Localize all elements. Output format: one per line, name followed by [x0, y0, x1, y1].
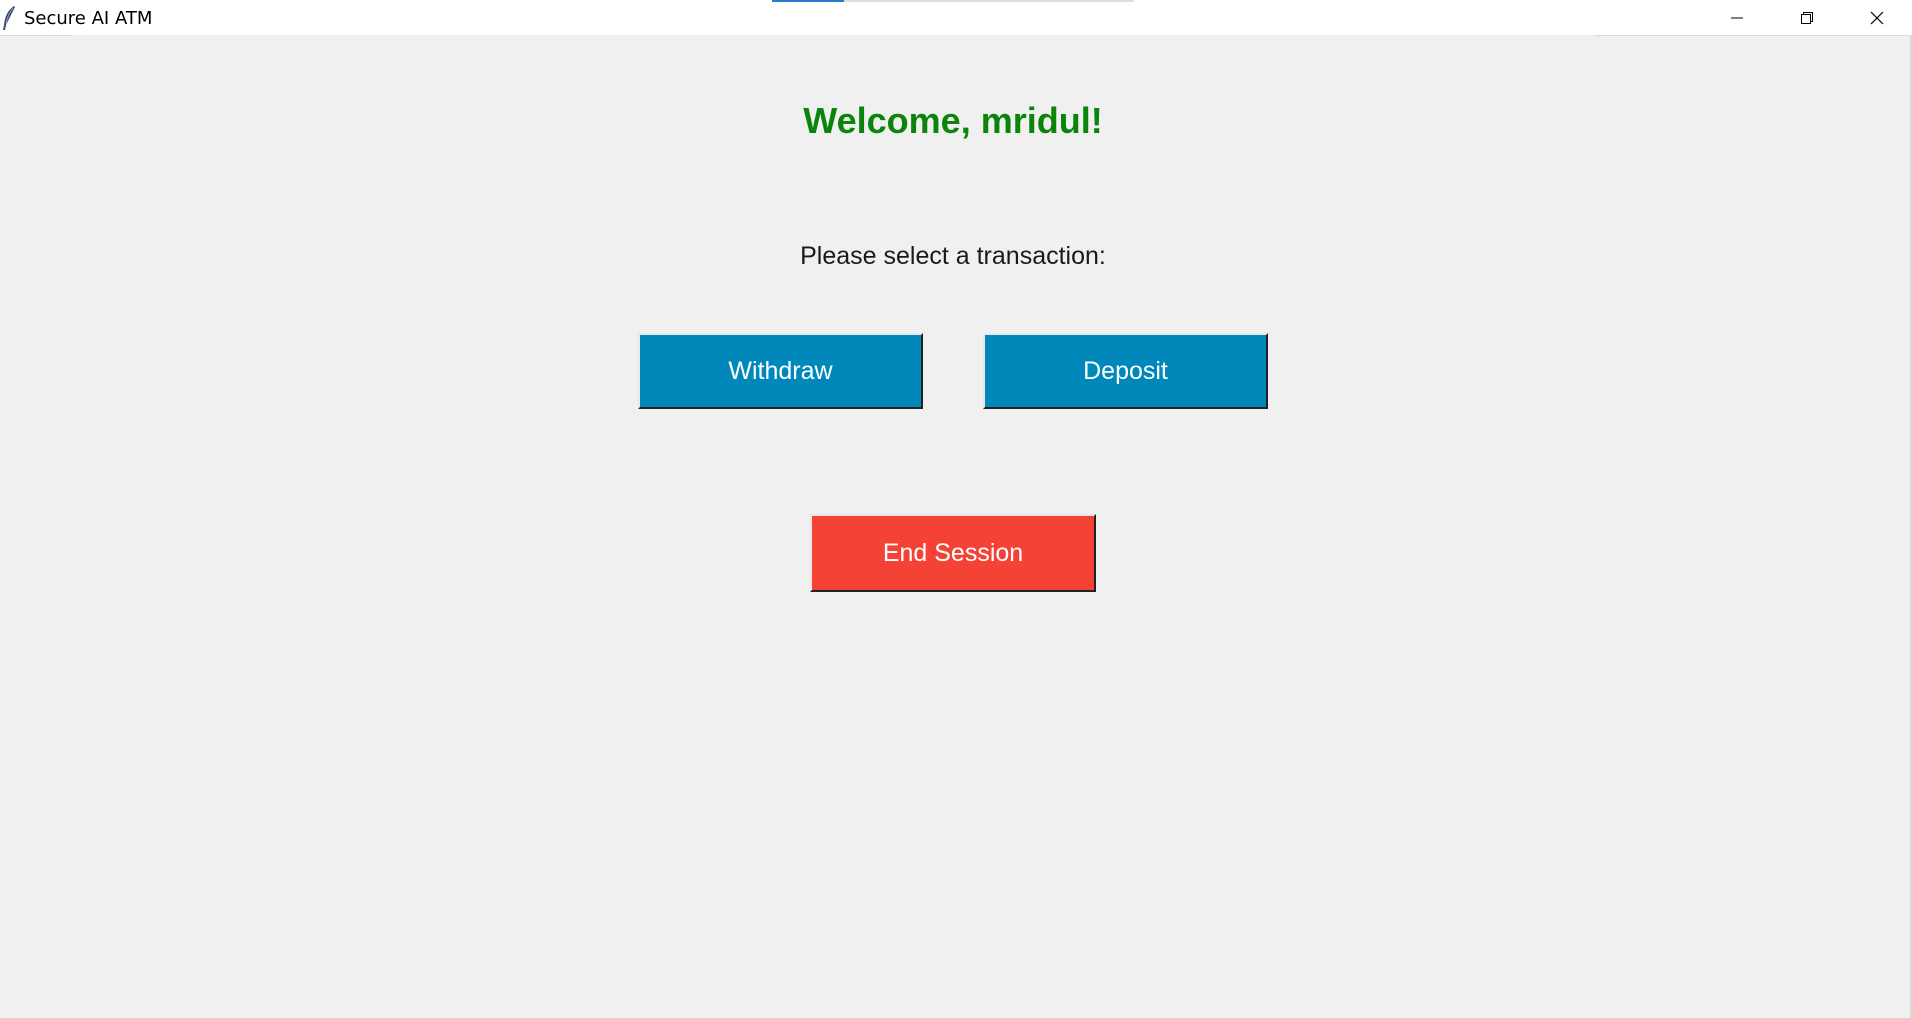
restore-button[interactable] [1772, 0, 1842, 35]
feather-icon [2, 5, 16, 31]
minimize-icon [1729, 10, 1745, 26]
withdraw-button[interactable]: Withdraw [638, 333, 923, 409]
transaction-prompt: Please select a transaction: [800, 242, 1106, 270]
deposit-button-label: Deposit [1083, 356, 1168, 385]
app-window: Secure AI ATM Welcome, mridul! Please se… [0, 0, 1912, 1018]
title-accent-bar [772, 0, 844, 2]
divider [1594, 35, 1912, 36]
welcome-heading: Welcome, mridul! [803, 100, 1103, 141]
window-title: Secure AI ATM [24, 8, 153, 29]
end-session-button[interactable]: End Session [810, 514, 1096, 592]
divider [0, 35, 72, 36]
title-bar[interactable]: Secure AI ATM [0, 0, 1912, 35]
title-accent-track [844, 0, 1134, 2]
end-session-button-label: End Session [882, 538, 1024, 567]
minimize-button[interactable] [1702, 0, 1772, 35]
close-button[interactable] [1842, 0, 1912, 35]
withdraw-button-label: Withdraw [728, 356, 833, 385]
restore-icon [1799, 10, 1815, 26]
close-icon [1869, 10, 1885, 26]
deposit-button[interactable]: Deposit [983, 333, 1268, 409]
